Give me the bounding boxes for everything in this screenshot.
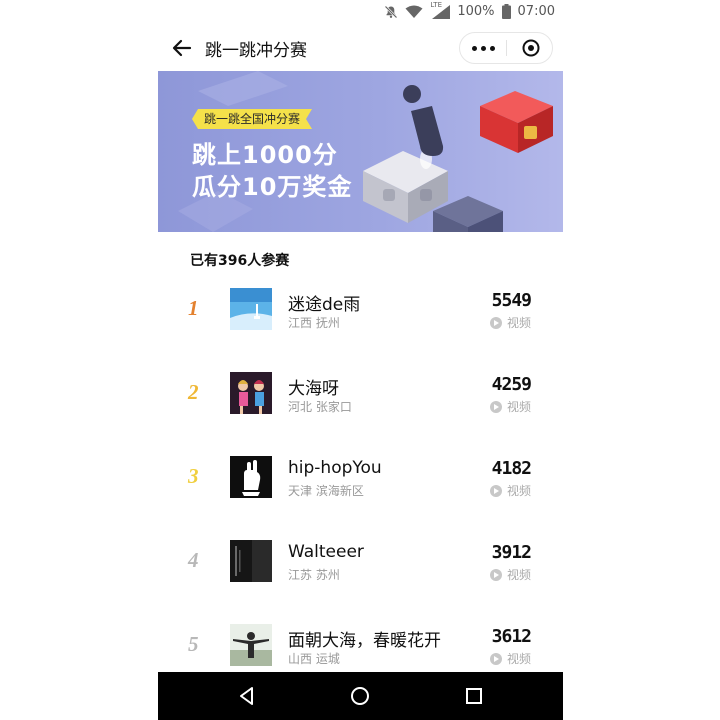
participants-count: 已有396人参赛	[190, 253, 290, 269]
miniprogram-capsule	[459, 32, 553, 64]
nav-home-icon[interactable]	[348, 684, 372, 708]
player-location: 天津 滨海新区	[288, 484, 364, 498]
play-icon	[489, 316, 502, 329]
banner-headline: 跳上1000分	[192, 141, 338, 169]
avatar[interactable]	[230, 372, 272, 414]
player-location: 河北 张家口	[288, 400, 352, 414]
battery-percent: 100%	[457, 4, 495, 19]
banner-ribbon: 跳一跳全国冲分赛	[192, 109, 312, 129]
battery-icon	[501, 4, 511, 19]
play-icon	[489, 400, 502, 413]
more-dot-icon	[489, 45, 495, 51]
video-link[interactable]: 视频	[489, 650, 531, 667]
rank-number: 1	[188, 296, 199, 320]
player-score: 4182	[491, 458, 532, 479]
ranking-row[interactable]: 3 hip-hopYou 天津 滨海新区 4182 视频	[158, 448, 563, 532]
promo-banner[interactable]: 跳一跳全国冲分赛 跳上1000分 瓜分10万奖金	[158, 71, 563, 232]
status-bar: LTE 100% 07:00	[158, 0, 563, 26]
close-target-icon[interactable]	[522, 39, 540, 57]
video-label: 视频	[506, 568, 531, 582]
status-icons: LTE 100% 07:00	[384, 1, 555, 19]
title-bar: 跳一跳冲分赛	[158, 26, 563, 70]
clock: 07:00	[517, 4, 555, 19]
more-button[interactable]	[460, 33, 506, 63]
play-icon	[489, 568, 502, 581]
video-label: 视频	[506, 484, 531, 498]
lte-signal-icon: LTE	[430, 1, 451, 19]
avatar[interactable]	[230, 456, 272, 498]
nav-recents-icon[interactable]	[462, 684, 486, 708]
play-icon	[489, 484, 502, 497]
video-label: 视频	[506, 652, 531, 666]
wifi-icon	[405, 5, 423, 18]
video-link[interactable]: 视频	[489, 566, 531, 583]
player-location: 山西 运城	[288, 652, 340, 666]
more-dot-icon	[471, 45, 477, 51]
player-score: 3912	[491, 542, 532, 563]
player-name: 大海呀	[288, 379, 339, 399]
video-label: 视频	[506, 400, 531, 414]
banner-subheadline: 瓜分10万奖金	[192, 173, 353, 201]
page-title: 跳一跳冲分赛	[205, 41, 307, 61]
player-location: 江苏 苏州	[288, 568, 340, 582]
player-score: 5549	[491, 290, 532, 311]
rank-number: 2	[188, 380, 199, 404]
ranking-row[interactable]: 2 大海呀 河北 张家口 4259 视频	[158, 364, 563, 448]
avatar[interactable]	[230, 624, 272, 666]
play-icon	[489, 652, 502, 665]
notifications-off-icon	[385, 5, 398, 18]
video-link[interactable]: 视频	[489, 314, 531, 331]
avatar[interactable]	[230, 288, 272, 330]
player-name: 面朝大海，春暖花开	[288, 631, 441, 651]
capsule-divider	[506, 40, 507, 56]
rank-number: 4	[188, 548, 199, 572]
rank-number: 3	[188, 464, 199, 488]
phone-screen: LTE 100% 07:00 跳一跳冲分赛 跳一跳全国冲分赛 跳上1000分 瓜…	[158, 0, 563, 720]
ranking-row[interactable]: 4 Walteeer 江苏 苏州 3912 视频	[158, 532, 563, 616]
system-nav-bar	[158, 672, 563, 720]
player-name: 迷途de雨	[288, 295, 361, 315]
more-dot-icon	[480, 45, 486, 51]
rank-number: 5	[188, 632, 199, 656]
player-score: 4259	[491, 374, 532, 395]
player-location: 江西 抚州	[288, 316, 340, 330]
ranking-row[interactable]: 1 迷途de雨 江西 抚州 5549 视频	[158, 280, 563, 364]
player-name: hip-hopYou	[288, 458, 382, 478]
player-name: Walteeer	[288, 542, 364, 562]
avatar[interactable]	[230, 540, 272, 582]
back-arrow-icon[interactable]	[170, 36, 194, 60]
nav-back-icon[interactable]	[235, 684, 259, 708]
video-label: 视频	[506, 316, 531, 330]
player-score: 3612	[491, 626, 532, 647]
video-link[interactable]: 视频	[489, 398, 531, 415]
video-link[interactable]: 视频	[489, 482, 531, 499]
